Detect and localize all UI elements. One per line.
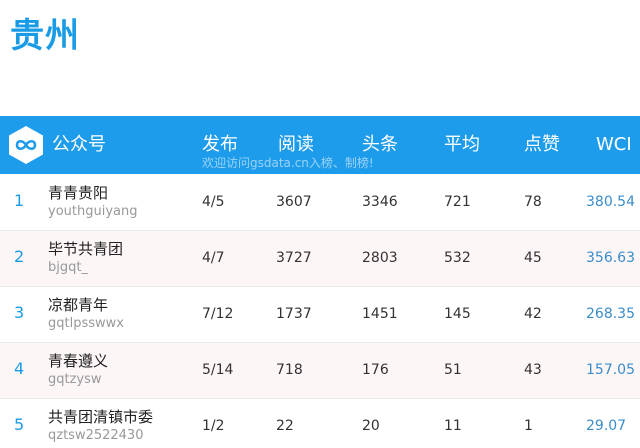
infinity-icon: [9, 126, 43, 164]
wci-score: 356.63: [586, 250, 635, 266]
watermark-text: 欢迎访问gsdata.cn入榜、制榜!: [202, 156, 374, 170]
wci-score: 380.54: [586, 194, 635, 210]
account-name[interactable]: 青春遵义: [48, 352, 108, 370]
account-id: gqtlpsswwx: [48, 316, 124, 331]
headline-count: 2803: [362, 250, 398, 266]
headline-count: 1451: [362, 306, 398, 322]
table-header: 公众号 发布 阅读 头条 平均 点赞 WCI 欢迎访问gsdata.cn入榜、制…: [0, 116, 640, 174]
likes-count: 43: [524, 362, 542, 378]
publish-count: 5/14: [202, 362, 234, 378]
likes-count: 78: [524, 194, 542, 210]
wci-score: 268.35: [586, 306, 635, 322]
table-row[interactable]: 5 共青团清镇市委 qztsw2522430 1/2 22 20 11 1 29…: [0, 399, 640, 447]
average-count: 145: [444, 306, 471, 322]
page-title: 贵州: [10, 16, 80, 56]
wci-score: 157.05: [586, 362, 635, 378]
average-count: 532: [444, 250, 471, 266]
table-row[interactable]: 1 青青贵阳 youthguiyang 4/5 3607 3346 721 78…: [0, 175, 640, 231]
account-name[interactable]: 凉都青年: [48, 296, 108, 314]
account-id: youthguiyang: [48, 204, 138, 219]
column-header-read[interactable]: 阅读: [278, 134, 314, 156]
table-row[interactable]: 3 凉都青年 gqtlpsswwx 7/12 1737 1451 145 42 …: [0, 287, 640, 343]
likes-count: 45: [524, 250, 542, 266]
read-count: 718: [276, 362, 303, 378]
column-header-average[interactable]: 平均: [444, 134, 480, 156]
account-id: bjgqt_: [48, 260, 88, 275]
account-name[interactable]: 青青贵阳: [48, 184, 108, 202]
publish-count: 4/5: [202, 194, 225, 210]
account-id: gqtzysw: [48, 372, 102, 387]
headline-count: 176: [362, 362, 389, 378]
account-name[interactable]: 毕节共青团: [48, 240, 123, 258]
read-count: 1737: [276, 306, 312, 322]
average-count: 51: [444, 362, 462, 378]
column-header-likes[interactable]: 点赞: [524, 134, 560, 156]
read-count: 3727: [276, 250, 312, 266]
wci-score: 29.07: [586, 418, 627, 434]
rank-number: 5: [14, 415, 25, 434]
publish-count: 1/2: [202, 418, 225, 434]
average-count: 721: [444, 194, 471, 210]
publish-count: 4/7: [202, 250, 225, 266]
rank-number: 4: [14, 359, 25, 378]
column-header-headline[interactable]: 头条: [362, 134, 398, 156]
column-header-publish[interactable]: 发布: [202, 134, 238, 156]
column-header-wci[interactable]: WCI: [596, 134, 632, 156]
column-header-account[interactable]: 公众号: [52, 134, 106, 156]
likes-count: 42: [524, 306, 542, 322]
likes-count: 1: [524, 418, 533, 434]
headline-count: 20: [362, 418, 380, 434]
read-count: 3607: [276, 194, 312, 210]
account-name[interactable]: 共青团清镇市委: [48, 408, 153, 426]
rank-number: 1: [14, 191, 25, 210]
table-row[interactable]: 2 毕节共青团 bjgqt_ 4/7 3727 2803 532 45 356.…: [0, 231, 640, 287]
account-id: qztsw2522430: [48, 428, 144, 443]
average-count: 11: [444, 418, 462, 434]
rank-number: 3: [14, 303, 25, 322]
table-row[interactable]: 4 青春遵义 gqtzysw 5/14 718 176 51 43 157.05: [0, 343, 640, 399]
read-count: 22: [276, 418, 294, 434]
headline-count: 3346: [362, 194, 398, 210]
publish-count: 7/12: [202, 306, 234, 322]
rank-number: 2: [14, 247, 25, 266]
